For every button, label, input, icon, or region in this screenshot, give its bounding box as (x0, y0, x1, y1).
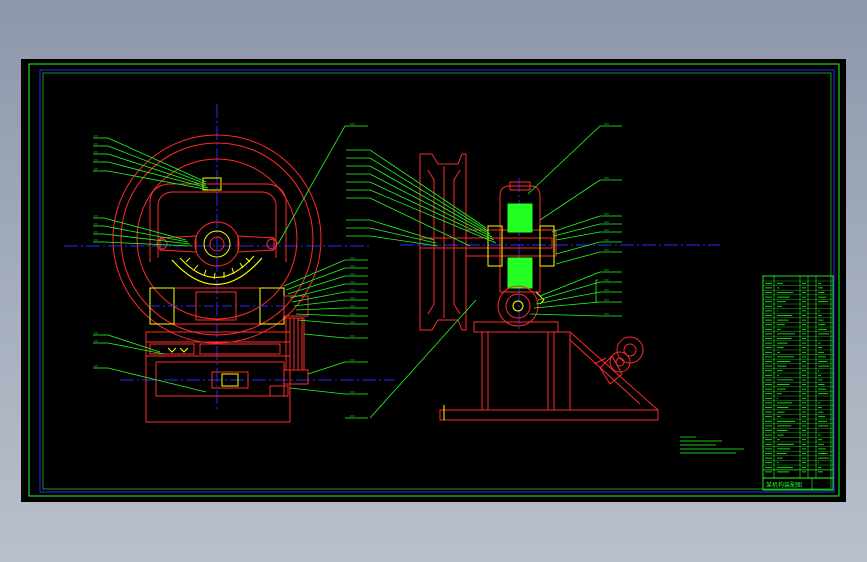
crank-arm-left (159, 235, 197, 253)
technical-notes (680, 436, 744, 454)
title-block-text: 某机构装配图 (766, 481, 802, 489)
crank-arm-right (237, 235, 275, 253)
pulley-section (419, 153, 467, 331)
inner-frame (39, 69, 835, 493)
right-view (400, 153, 720, 421)
inner-frame-2 (42, 72, 832, 490)
cad-drawing: 某机构装配图 (28, 63, 840, 497)
motor-platform (145, 331, 291, 343)
base-plate (439, 409, 659, 421)
green-insert-lower (507, 257, 533, 289)
pedestal (481, 331, 555, 411)
right-view-leaders (346, 123, 622, 419)
green-insert-upper (507, 203, 533, 233)
left-view (64, 104, 395, 423)
base-box (145, 355, 291, 423)
pedestal-top (473, 321, 559, 333)
hand-wheel (593, 336, 644, 385)
main-shaft (419, 237, 553, 249)
